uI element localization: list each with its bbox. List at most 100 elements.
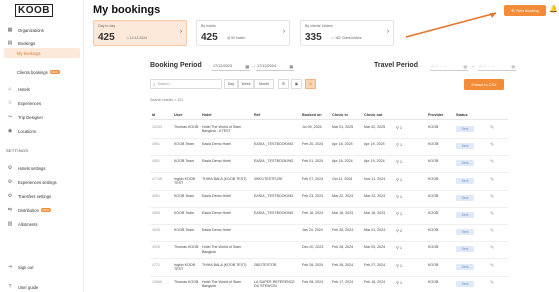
sidebar-item-experiences[interactable]: ☆ Experiences — [4, 98, 80, 108]
sidebar-item-bookings[interactable]: ▤ Bookings — [4, 38, 80, 48]
col-hotel[interactable]: Hotel — [202, 113, 212, 117]
view-week-button[interactable]: Week — [238, 79, 254, 89]
status-badge: Sent — [456, 263, 474, 270]
sidebar-item-hotels[interactable]: ⌂ Hotels — [4, 84, 80, 94]
edit-icon[interactable]: ✎ — [490, 142, 494, 148]
cell-ref: LA SUPER REFERENCE DU STEWCIN — [254, 279, 295, 289]
bell-icon[interactable]: 🔔 — [549, 5, 558, 16]
table-row[interactable]: 4955 KOOB Team Easia Demo Hotel EASIA _TEST… — [150, 207, 508, 225]
col-check-out[interactable]: Check out — [364, 113, 382, 117]
card-sub: ▭ 182 Client folders — [331, 36, 362, 40]
cell-checkout: Mar 23, 2024 — [364, 193, 386, 198]
sidebar-item-hotels-settings[interactable]: ⚙ Hotels settings — [4, 163, 80, 173]
edit-icon[interactable]: ✎ — [490, 177, 494, 183]
travel-date-from[interactable]: -/- / - - - - ▦ — [430, 62, 468, 71]
cell-booked: Feb 23, 2024 — [302, 193, 324, 198]
table-row[interactable]: 4774E Ingkin KOOB TEST THIHA BALA (KOOB TE… — [150, 173, 508, 191]
sidebar-item-sign-out[interactable]: ⇥ Sign out — [4, 262, 80, 272]
edit-icon[interactable]: ✎ — [490, 125, 494, 131]
view-month-button[interactable]: Month — [254, 79, 274, 89]
edit-icon[interactable]: ✎ — [490, 194, 494, 200]
gear-icon: ⚙ — [7, 179, 13, 185]
edit-icon[interactable]: ✎ — [490, 245, 494, 251]
sidebar-item-clients-bookings[interactable]: Clients bookings NEW — [4, 67, 80, 77]
folder-icon: ▣ — [294, 82, 299, 86]
col-id[interactable]: Id — [152, 113, 155, 117]
sidebar-item-transfers-settings[interactable]: ⚙ Transfers settings — [4, 191, 80, 201]
card-by-clients-folders[interactable]: By clients' folders 335 ▭ 182 Client fol… — [300, 20, 394, 46]
cell-checkin: Feb 26, 2024 — [332, 262, 354, 267]
sidebar-item-my-bookings[interactable]: My bookings — [4, 48, 80, 58]
cell-user: KOOB Team — [174, 211, 195, 215]
cell-checkout: Mar 03, 2024 — [364, 245, 386, 250]
table-row[interactable]: 4772 Ingkin KOOB TEST THIHA BALA (KOOB TES… — [150, 259, 508, 277]
card-day-to-day[interactable]: Day to day 425 ◷ 14.12.2024 › — [93, 20, 187, 46]
logo[interactable]: KOOB — [15, 3, 53, 18]
card-by-hotels[interactable]: By hotels 425 ▤ 90 hotels › — [196, 20, 290, 46]
booking-date-to[interactable]: 17/12/2024 ▦ — [256, 62, 294, 71]
edit-icon[interactable]: ✎ — [490, 159, 494, 165]
cell-user: Ingkin KOOB TEST — [174, 262, 195, 271]
table-row[interactable]: 4951 KOOB Team Easia Demo Hotel EASIA _TEST… — [150, 155, 508, 174]
page-title: My bookings — [93, 4, 161, 16]
sidebar: KOOB ▦ Organizations ▤ Bookings My bookings C… — [0, 0, 84, 292]
new-booking-button[interactable]: ⊕ New Booking — [504, 5, 546, 16]
cell-checkout: Mar 16, 2024 — [364, 211, 386, 215]
cell-checkin: Feb 17, 2024 — [332, 279, 354, 284]
edit-icon[interactable]: ✎ — [490, 280, 494, 286]
sidebar-item-trip-designer[interactable]: ⤳ Trip Designer — [4, 112, 80, 122]
export-csv-button[interactable]: Extract to CSV — [464, 79, 504, 90]
table-row[interactable]: 4981 KOOB Team Easia Demo Hotel EASIA _TEST… — [150, 138, 508, 157]
card-count: 425 — [201, 32, 218, 43]
sidebar-item-label: Transfers settings — [18, 193, 52, 199]
view-day-button[interactable]: Day — [224, 79, 238, 89]
edit-icon[interactable]: ✎ — [490, 263, 494, 269]
col-check-in[interactable]: Check in — [332, 113, 348, 117]
travel-date-to[interactable]: -/- / - - - - ▦ — [478, 62, 516, 71]
sidebar-item-organizations[interactable]: ▦ Organizations — [4, 25, 80, 35]
cell-rooms: ⚲1 — [396, 193, 402, 199]
cell-user: Thomas KOOB — [174, 245, 199, 250]
col-booked-on[interactable]: Booked on — [302, 113, 322, 117]
list-view-button[interactable]: ☰ — [278, 79, 289, 89]
new-badge: NEW — [40, 208, 51, 212]
status-badge: Sent — [456, 212, 474, 218]
cell-provider: KOOB — [428, 262, 439, 267]
sidebar-item-distribution[interactable]: ⇆ Distribution NEW — [4, 205, 80, 215]
search-input[interactable]: ⌕ Search — [150, 79, 222, 89]
col-status[interactable]: Status — [456, 113, 468, 117]
cell-hotel: Easia Demo Hotel — [202, 228, 231, 233]
sidebar-item-allotments[interactable]: ▥ Allotments — [4, 219, 80, 229]
booking-date-from[interactable]: 17/12/2023 ▦ — [212, 62, 250, 71]
cell-booked: Jul 09, 2024 — [302, 125, 322, 129]
edit-icon[interactable]: ✎ — [490, 228, 494, 234]
table-row[interactable]: 10866 Thomas KOOB Hotel The World of Siam … — [150, 276, 508, 292]
cell-user: KOOB Team — [174, 228, 195, 233]
sidebar-item-label: Clients bookings — [17, 69, 48, 75]
folder-view-button[interactable]: ▣ — [291, 79, 302, 89]
cell-checkout: Feb 27, 2024 — [364, 262, 386, 267]
table-row[interactable]: 4951 KOOB Team Easia Demo Hotel EASIA _TEST… — [150, 190, 508, 208]
sidebar-item-experiences-settings[interactable]: ⚙ Experiences settings — [4, 177, 80, 187]
sidebar-item-user-guide[interactable]: ? User guide — [4, 282, 80, 292]
col-user[interactable]: User — [174, 113, 182, 117]
col-ref[interactable]: Ref — [254, 113, 260, 117]
sidebar-item-label: Trip Designer — [18, 114, 43, 120]
col-provider[interactable]: Provider — [428, 113, 443, 117]
table-row[interactable]: 10254 Thomas KOOB Hotel The World of Siam … — [150, 121, 508, 139]
sidebar-item-label: Distribution — [18, 207, 39, 213]
settings-section-label: SETTINGS — [6, 148, 29, 153]
sidebar-item-label: Experiences — [18, 100, 42, 106]
cell-hotel: Easia Demo Hotel — [202, 142, 231, 147]
table-row[interactable]: 4926 KOOB Team Easia Demo Hotel Jan 24, 202… — [150, 224, 508, 243]
cell-ref: 2801TESTOR — [254, 262, 277, 267]
chevron-right-icon: › — [283, 29, 285, 35]
cell-booked: Dec 20, 2023 — [302, 245, 324, 250]
sidebar-item-locations[interactable]: ◉ Locations — [4, 126, 80, 136]
cell-checkout: Apr 19, 2024 — [364, 142, 385, 147]
rooms-icon: ⚲ — [396, 228, 399, 234]
table-row[interactable]: 4926 Thomas KOOB Hotel The World of Siam B… — [150, 241, 508, 260]
clear-filters-button[interactable]: ✕ — [305, 79, 316, 89]
edit-icon[interactable]: ✎ — [490, 211, 494, 217]
cell-user: KOOB Team — [174, 193, 195, 198]
